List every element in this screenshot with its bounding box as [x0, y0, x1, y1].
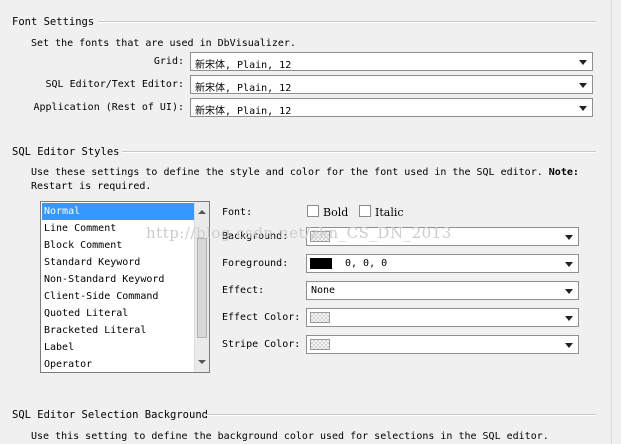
- italic-checkbox[interactable]: [359, 205, 371, 217]
- font-settings-description: Set the fonts that are used in DbVisuali…: [31, 38, 296, 49]
- chevron-down-icon: [565, 262, 573, 267]
- selection-background-description: Use this setting to define the backgroun…: [31, 431, 549, 442]
- panel-scrollbar[interactable]: [611, 0, 621, 444]
- color-swatch: [310, 339, 330, 350]
- sql-editor-styles-title: SQL Editor Styles: [12, 146, 120, 158]
- section-divider: [98, 21, 596, 23]
- sql-editor-styles-restart-note: Restart is required.: [31, 181, 152, 192]
- scrollbar-thumb[interactable]: [197, 238, 207, 338]
- stripe-color-label: Stripe Color:: [222, 339, 301, 350]
- effect-label: Effect:: [222, 285, 265, 296]
- application-font-value: 新宋体, Plain, 12: [195, 106, 292, 117]
- list-item[interactable]: Client-Side Command: [42, 288, 195, 305]
- foreground-color-value: 0, 0, 0: [345, 258, 388, 269]
- list-item[interactable]: Standard Keyword: [42, 254, 195, 271]
- grid-font-value: 新宋体, Plain, 12: [195, 60, 292, 71]
- note-label: Note:: [548, 167, 579, 178]
- scroll-down-arrow-icon[interactable]: [198, 360, 206, 364]
- color-swatch: [310, 312, 330, 323]
- chevron-down-icon: [565, 343, 573, 348]
- list-item[interactable]: Quoted Literal: [42, 305, 195, 322]
- list-item[interactable]: Non-Standard Keyword: [42, 271, 195, 288]
- list-item[interactable]: Normal: [42, 203, 195, 220]
- bold-label: Bold: [323, 206, 349, 219]
- color-swatch: [310, 258, 332, 269]
- chevron-down-icon: [579, 60, 587, 65]
- grid-font-label: Grid:: [153, 56, 184, 67]
- chevron-down-icon: [565, 235, 573, 240]
- chevron-down-icon: [565, 316, 573, 321]
- list-item[interactable]: Label: [42, 339, 195, 356]
- watermark: http://blog.csdn.net/zkn_CS_DN_2013: [146, 224, 452, 242]
- sql-editor-font-value: 新宋体, Plain, 12: [195, 83, 292, 94]
- list-item[interactable]: Operator: [42, 356, 195, 373]
- scroll-up-arrow-icon[interactable]: [198, 210, 206, 214]
- bold-checkbox[interactable]: [307, 205, 319, 217]
- application-font-select[interactable]: 新宋体, Plain, 12: [190, 98, 593, 117]
- sql-editor-font-select[interactable]: 新宋体, Plain, 12: [190, 75, 593, 94]
- font-style-label: Font:: [222, 207, 253, 218]
- effect-select[interactable]: None: [306, 281, 579, 300]
- application-font-label: Application (Rest of UI):: [33, 102, 184, 113]
- stripe-color-select[interactable]: [306, 335, 579, 354]
- section-divider: [206, 414, 596, 416]
- foreground-color-select[interactable]: 0, 0, 0: [306, 254, 579, 273]
- sql-editor-font-label: SQL Editor/Text Editor:: [45, 79, 184, 90]
- font-settings-title: Font Settings: [12, 16, 95, 28]
- chevron-down-icon: [565, 289, 573, 294]
- grid-font-select[interactable]: 新宋体, Plain, 12: [190, 52, 593, 71]
- list-item[interactable]: Bracketed Literal: [42, 322, 195, 339]
- chevron-down-icon: [579, 83, 587, 88]
- foreground-label: Foreground:: [222, 258, 289, 269]
- effect-color-select[interactable]: [306, 308, 579, 327]
- chevron-down-icon: [579, 106, 587, 111]
- section-divider: [122, 151, 596, 153]
- effect-color-label: Effect Color:: [222, 312, 301, 323]
- selection-background-title: SQL Editor Selection Background: [12, 409, 208, 421]
- sql-editor-styles-description: Use these settings to define the style a…: [31, 167, 579, 178]
- italic-label: Italic: [375, 206, 404, 219]
- effect-value: None: [311, 285, 336, 296]
